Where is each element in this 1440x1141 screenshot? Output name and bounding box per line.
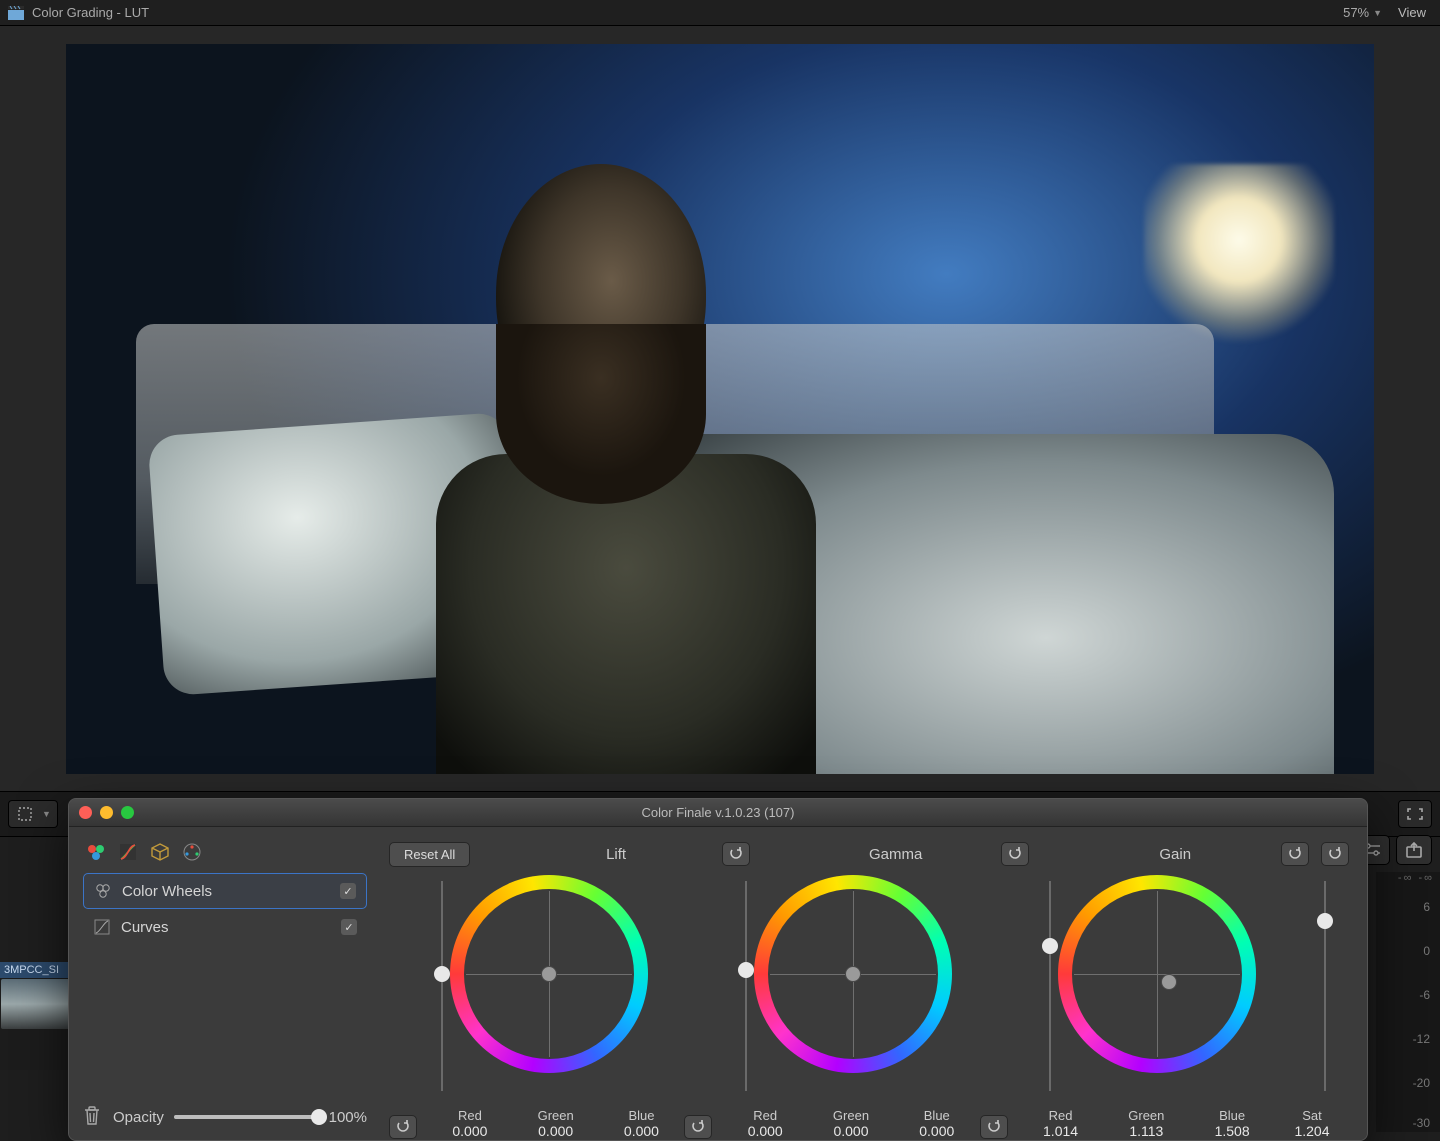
opacity-value: 100% xyxy=(329,1109,367,1126)
gamma-color-wheel[interactable] xyxy=(754,875,952,1073)
gamma-green-value[interactable]: 0.000 xyxy=(808,1123,894,1139)
color-wheels-panel: Reset All Lift Gamma Gain xyxy=(379,827,1367,1140)
chevron-down-icon: ▼ xyxy=(1373,8,1382,18)
channel-label: Green xyxy=(808,1108,894,1123)
gain-green-value[interactable]: 1.113 xyxy=(1103,1123,1189,1139)
meter-tick: -20 xyxy=(1413,1076,1430,1090)
opacity-slider[interactable] xyxy=(174,1115,319,1119)
channel-label: Red xyxy=(1018,1108,1104,1123)
color-finale-window: Color Finale v.1.0.23 (107) xyxy=(68,798,1368,1141)
channel-label: Red xyxy=(427,1108,513,1123)
tool-item-label: Curves xyxy=(121,919,169,936)
reset-lift-button[interactable] xyxy=(722,842,750,866)
meter-tick: -12 xyxy=(1413,1032,1430,1046)
curves-mode-icon[interactable] xyxy=(117,841,139,863)
tool-item-checkbox[interactable]: ✓ xyxy=(341,919,357,935)
curves-icon xyxy=(93,918,111,936)
viewer-title: Color Grading - LUT xyxy=(32,5,149,20)
sat-slider[interactable] xyxy=(1317,877,1333,1095)
tool-item-checkbox[interactable]: ✓ xyxy=(340,883,356,899)
vectorscope-mode-icon[interactable] xyxy=(181,841,203,863)
channel-label: Blue xyxy=(894,1108,980,1123)
gain-blue-value[interactable]: 1.508 xyxy=(1189,1123,1275,1139)
share-button[interactable] xyxy=(1396,835,1432,865)
lift-color-wheel[interactable] xyxy=(450,875,648,1073)
reset-gain-button[interactable] xyxy=(1281,842,1309,866)
opacity-label: Opacity xyxy=(113,1109,164,1126)
window-zoom-button[interactable] xyxy=(121,806,134,819)
channel-label: Blue xyxy=(1189,1108,1275,1123)
lift-blue-value[interactable]: 0.000 xyxy=(599,1123,685,1139)
readouts-row: Red0.000 Green0.000 Blue0.000 Red0.000 G… xyxy=(389,1095,1349,1139)
app-root: Color Grading - LUT 57% ▼ View ▼ xyxy=(0,0,1440,1141)
meter-tick: -6 xyxy=(1419,988,1430,1002)
lift-luma-slider[interactable] xyxy=(434,877,450,1095)
channel-label: Red xyxy=(722,1108,808,1123)
cube-mode-icon[interactable] xyxy=(149,841,171,863)
clapboard-icon xyxy=(8,6,24,20)
wheel-header-row: Reset All Lift Gamma Gain xyxy=(389,839,1349,869)
viewer-canvas[interactable] xyxy=(0,26,1440,791)
gamma-blue-value[interactable]: 0.000 xyxy=(894,1123,980,1139)
gain-red-value[interactable]: 1.014 xyxy=(1018,1123,1104,1139)
video-frame xyxy=(66,44,1374,774)
group-label-lift: Lift xyxy=(606,846,626,863)
gamma-luma-slider[interactable] xyxy=(738,877,754,1095)
window-title: Color Finale v.1.0.23 (107) xyxy=(642,805,795,820)
crop-dropdown-button[interactable]: ▼ xyxy=(36,800,58,828)
gain-block xyxy=(997,875,1301,1093)
tools-sidebar: Color Wheels ✓ Curves ✓ Op xyxy=(69,827,379,1140)
meter-top-values: -∞ -∞ xyxy=(1398,872,1434,884)
sat-value[interactable]: 1.204 xyxy=(1275,1123,1349,1139)
wheels-mode-icon[interactable] xyxy=(85,841,107,863)
meter-tick: 0 xyxy=(1423,944,1430,958)
lift-red-value[interactable]: 0.000 xyxy=(427,1123,513,1139)
window-minimize-button[interactable] xyxy=(100,806,113,819)
sat-block xyxy=(1301,875,1349,1095)
traffic-lights xyxy=(79,806,134,819)
zoom-value: 57% xyxy=(1343,5,1369,20)
gain-luma-slider[interactable] xyxy=(1042,877,1058,1095)
lift-block xyxy=(389,875,693,1093)
color-wheels-icon xyxy=(94,882,112,900)
fullscreen-button[interactable] xyxy=(1398,800,1432,828)
channel-label: Blue xyxy=(599,1108,685,1123)
window-close-button[interactable] xyxy=(79,806,92,819)
mode-icon-row xyxy=(83,839,367,873)
gain-color-wheel[interactable] xyxy=(1058,875,1256,1073)
trash-icon[interactable] xyxy=(83,1106,103,1128)
window-titlebar[interactable]: Color Finale v.1.0.23 (107) xyxy=(69,799,1367,827)
tool-item-label: Color Wheels xyxy=(122,883,212,900)
audio-meter-scale: -∞ -∞ 6 0 -6 -12 -20 -30 xyxy=(1376,872,1440,1132)
tool-list: Color Wheels ✓ Curves ✓ xyxy=(83,873,367,1096)
reset-gamma-button[interactable] xyxy=(1001,842,1029,866)
channel-label: Green xyxy=(513,1108,599,1123)
group-label-gain: Gain xyxy=(1159,846,1191,863)
zoom-dropdown[interactable]: 57% ▼ xyxy=(1343,5,1392,20)
reset-sat-button[interactable] xyxy=(1321,842,1349,866)
sat-label: Sat xyxy=(1275,1108,1349,1123)
gamma-red-value[interactable]: 0.000 xyxy=(722,1123,808,1139)
meter-tick: 6 xyxy=(1423,900,1430,914)
tool-item-curves[interactable]: Curves ✓ xyxy=(83,909,367,945)
channel-label: Green xyxy=(1103,1108,1189,1123)
viewer-top-bar: Color Grading - LUT 57% ▼ View xyxy=(0,0,1440,26)
reset-all-button[interactable]: Reset All xyxy=(389,842,470,867)
tool-item-color-wheels[interactable]: Color Wheels ✓ xyxy=(83,873,367,909)
view-menu-button[interactable]: View xyxy=(1392,5,1432,20)
reset-gamma-values-button[interactable] xyxy=(684,1115,712,1139)
opacity-row: Opacity 100% xyxy=(83,1096,367,1128)
gamma-block xyxy=(693,875,997,1093)
reset-gain-values-button[interactable] xyxy=(980,1115,1008,1139)
lift-green-value[interactable]: 0.000 xyxy=(513,1123,599,1139)
meter-tick: -30 xyxy=(1413,1116,1430,1130)
reset-lift-values-button[interactable] xyxy=(389,1115,417,1139)
group-label-gamma: Gamma xyxy=(869,846,922,863)
